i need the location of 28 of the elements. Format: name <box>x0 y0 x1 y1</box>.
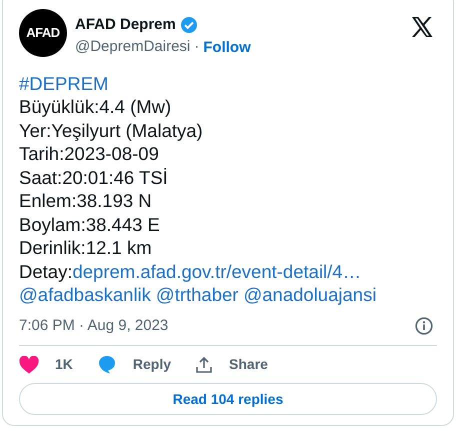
separator: · <box>194 37 200 57</box>
author-handle[interactable]: @DepremDairesi <box>75 37 190 60</box>
avatar[interactable]: AFAD <box>19 9 67 57</box>
x-logo-icon[interactable] <box>411 17 433 37</box>
info-icon[interactable] <box>415 316 433 335</box>
link[interactable]: @afadbaskanlik <box>19 283 151 306</box>
tweet-text: Yer:Yeşilyurt (Malatya) <box>19 118 203 142</box>
reply-button[interactable]: Reply <box>96 354 172 375</box>
follow-link[interactable]: Follow <box>203 37 251 60</box>
speech-bubble-icon <box>96 355 117 374</box>
tweet-text: Tarih:2023-08-09 <box>19 142 159 166</box>
tweet-text: Büyüklük:4.4 (Mw) <box>19 95 172 118</box>
tweet-text: Boylam:38.443 E <box>19 212 160 236</box>
author-name[interactable]: AFAD Deprem <box>75 15 176 35</box>
like-button[interactable]: 1K <box>19 354 73 375</box>
share-icon <box>195 356 214 374</box>
tweet-text: Derinlik:12.1 km <box>19 236 152 260</box>
link[interactable]: @trthaber <box>156 283 238 306</box>
share-button[interactable]: Share <box>195 354 268 375</box>
link[interactable]: deprem.afad.gov.tr/event-detail/4… <box>72 260 362 283</box>
tweet-text: Saat:20:01:46 TSİ <box>19 166 168 189</box>
timestamp[interactable]: 7:06 PM · Aug 9, 2023 <box>19 314 168 337</box>
link[interactable]: #DEPREM <box>19 72 108 95</box>
tweet-text: Detay: <box>19 260 72 283</box>
link[interactable]: @anadoluajansi <box>243 283 376 306</box>
read-replies-button[interactable]: Read 104 replies <box>19 383 437 415</box>
heart-icon <box>19 356 39 374</box>
tweet-text: Enlem:38.193 N <box>19 189 152 212</box>
